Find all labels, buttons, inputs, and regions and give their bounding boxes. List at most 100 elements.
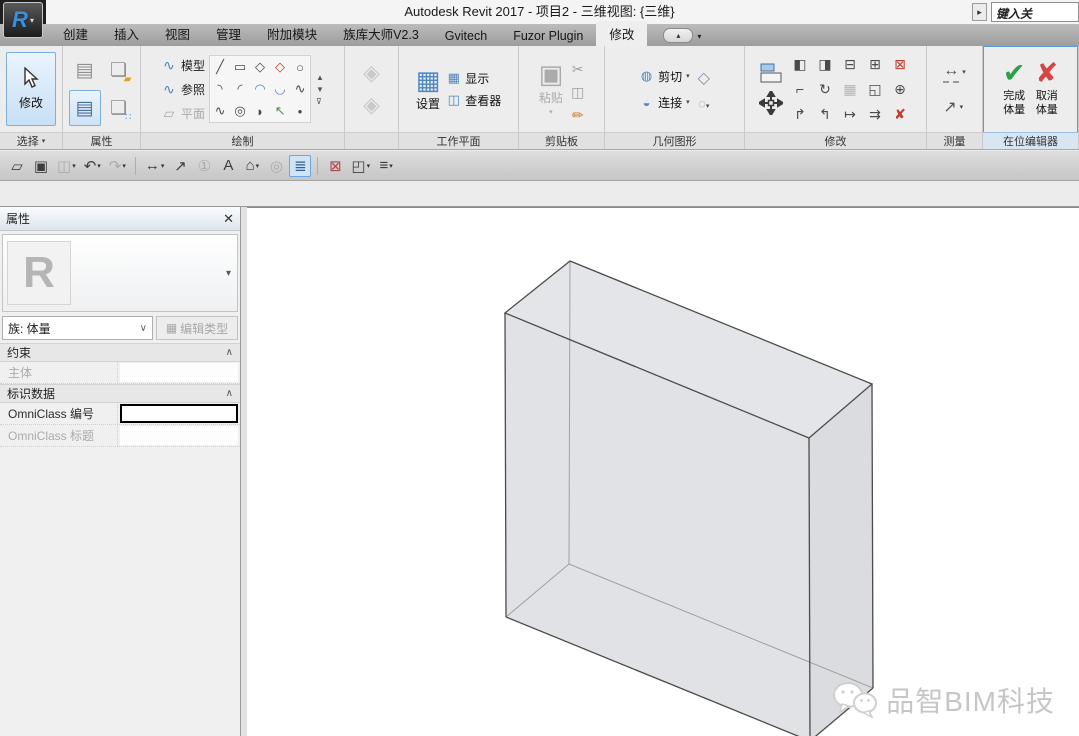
cut-geometry-button[interactable]: ◍ 剪切 ▾ xyxy=(639,68,690,85)
match-type-icon[interactable]: ✏ xyxy=(572,107,584,124)
split-with-gap-icon[interactable]: ⊞ xyxy=(863,52,888,77)
cut-icon[interactable]: ✂ xyxy=(572,61,584,78)
property-value-input[interactable] xyxy=(120,404,238,423)
redo-icon[interactable]: ↷▾ xyxy=(106,155,129,177)
property-value[interactable] xyxy=(120,426,238,445)
tab-7[interactable]: Gvitech xyxy=(432,26,500,46)
array-icon[interactable]: ▦ xyxy=(838,77,863,102)
gallery-scroll-icon[interactable]: ⊽ xyxy=(316,97,324,106)
draw-mode-3[interactable]: ▱平面 xyxy=(161,103,205,123)
undo-icon[interactable]: ↶▾ xyxy=(81,155,104,177)
family-types-button[interactable]: ❏▰ xyxy=(103,52,135,88)
chevron-down-icon[interactable]: ▾ xyxy=(72,162,76,170)
chevron-down-icon[interactable]: ▾ xyxy=(389,162,393,170)
measure-button[interactable]: ↗ ▾ xyxy=(943,97,966,117)
panel-label-select[interactable]: 选择▾ xyxy=(0,132,62,149)
rectangle-icon[interactable]: ▭ xyxy=(230,56,250,78)
cancel-mass-button[interactable]: ✘ 取消 体量 xyxy=(1036,60,1059,118)
tag-by-category-icon[interactable]: ① xyxy=(193,155,215,177)
fillet-arc-icon[interactable]: ◡ xyxy=(270,78,290,100)
thin-lines-icon[interactable]: ≣ xyxy=(289,155,311,177)
tab-1[interactable]: 创建 xyxy=(50,21,101,46)
type-selector[interactable]: R ▾ xyxy=(2,234,238,312)
load-into-project-button[interactable]: ❏∷ xyxy=(103,90,135,126)
tab-3[interactable]: 视图 xyxy=(152,21,203,46)
tab-6[interactable]: 族库大师V2.3 xyxy=(330,21,432,46)
measure-icon[interactable]: ↗ xyxy=(169,155,191,177)
default-3d-view-icon[interactable]: ⌂▾ xyxy=(241,155,263,177)
set-workplane-button[interactable]: ▦ 设置 xyxy=(416,67,441,112)
unpin-icon[interactable]: ⊠ xyxy=(888,52,913,77)
draw-gallery-scroll[interactable]: ▲ ▼ ⊽ xyxy=(315,73,324,106)
draw-mode-1[interactable]: ∿模型 xyxy=(161,55,205,75)
properties-palette-header[interactable]: 属性 ✕ xyxy=(0,207,240,231)
open-icon[interactable]: ▱ xyxy=(6,155,28,177)
properties-palette-button[interactable]: ▤ xyxy=(69,90,101,126)
align-icon[interactable] xyxy=(759,63,783,83)
gallery-scroll-icon[interactable]: ▼ xyxy=(316,85,324,94)
show-workplane-button[interactable]: ▦ 显示 xyxy=(446,70,501,87)
point-element-icon[interactable]: • xyxy=(290,100,310,122)
pick-new-host-icon[interactable]: ◇ xyxy=(698,68,710,88)
modify-tool-button[interactable]: 修改 xyxy=(6,52,56,126)
draw-mode-2[interactable]: ∿参照 xyxy=(161,79,205,99)
line-icon[interactable]: ╱ xyxy=(210,56,230,78)
inscribed-polygon-icon[interactable]: ◇ xyxy=(250,56,270,78)
chevron-down-icon[interactable]: ▾ xyxy=(367,162,371,170)
tab-2[interactable]: 插入 xyxy=(101,21,152,46)
scale-icon[interactable]: ◱ xyxy=(863,77,888,102)
sync-icon[interactable]: ◫▾ xyxy=(54,155,79,177)
aligned-dimension-button[interactable]: ↔ ▾ xyxy=(943,62,966,83)
partial-ellipse-icon[interactable]: ◗ xyxy=(250,100,270,122)
delete-icon[interactable]: ✘ xyxy=(888,102,913,127)
copy-icon[interactable]: ◫ xyxy=(571,84,584,101)
mirror-pick-axis-icon[interactable]: ◧ xyxy=(788,52,813,77)
trim-extend-single-icon[interactable]: ↰ xyxy=(813,102,838,127)
spline-icon[interactable]: ∿ xyxy=(290,78,310,100)
trim-extend-corner-icon[interactable]: ↱ xyxy=(788,102,813,127)
chevron-down-icon[interactable]: ▾ xyxy=(122,162,126,170)
aligned-dimension-icon[interactable]: ↔▾ xyxy=(142,155,168,177)
close-hidden-windows-icon[interactable]: ⊠ xyxy=(324,155,346,177)
center-ends-arc-icon[interactable]: ◜ xyxy=(230,78,250,100)
tab-8[interactable]: Fuzor Plugin xyxy=(500,26,596,46)
extend-multiple-icon[interactable]: ⇉ xyxy=(863,102,888,127)
split-element-icon[interactable]: ⊟ xyxy=(838,52,863,77)
edit-type-button[interactable]: ▦ 编辑类型 xyxy=(156,316,238,340)
chevron-down-icon[interactable]: ▾ xyxy=(256,162,260,170)
trim-extend-multiple-icon[interactable]: ↦ xyxy=(838,102,863,127)
finish-mass-button[interactable]: ✔ 完成 体量 xyxy=(1003,60,1026,118)
customize-qat-icon[interactable]: ≡▾ xyxy=(375,155,397,177)
text-icon[interactable]: A xyxy=(217,155,239,177)
workplane-viewer-button[interactable]: ◫ 查看器 xyxy=(446,92,501,109)
paste-button[interactable]: ▣ 粘贴 ▾ xyxy=(539,61,564,116)
family-select[interactable]: 族: 体量 ∨ xyxy=(2,316,153,340)
tab-4[interactable]: 管理 xyxy=(203,21,254,46)
circle-icon[interactable]: ○ xyxy=(290,56,310,78)
section-icon[interactable]: ◎ xyxy=(265,155,287,177)
pin-icon[interactable]: ⊕ xyxy=(888,77,913,102)
switch-windows-icon[interactable]: ◰▾ xyxy=(348,155,373,177)
chevron-down-icon[interactable]: ▾ xyxy=(161,162,165,170)
section-header[interactable]: 约束∧ xyxy=(0,343,240,362)
unjoin-geometry-icon[interactable]: ◌▾ xyxy=(698,96,709,111)
chevron-down-icon[interactable]: ▾ xyxy=(226,268,233,279)
ellipse-icon[interactable]: ◎ xyxy=(230,100,250,122)
gallery-scroll-icon[interactable]: ▲ xyxy=(316,73,324,82)
move-icon[interactable] xyxy=(759,91,783,115)
application-menu-button[interactable]: R ▾ xyxy=(3,2,43,38)
start-end-radius-arc-icon[interactable]: ◝ xyxy=(210,78,230,100)
join-geometry-button[interactable]: ◒ 连接 ▾ xyxy=(639,94,690,111)
drawing-area[interactable]: 品智BIM科技 xyxy=(247,207,1079,736)
tab-5[interactable]: 附加模块 xyxy=(254,21,330,46)
save-icon[interactable]: ▣ xyxy=(30,155,52,177)
infocenter-arrow-icon[interactable]: ▸ xyxy=(972,3,987,21)
rotate-icon[interactable]: ↻ xyxy=(813,77,838,102)
tangent-arc-icon[interactable]: ◠ xyxy=(250,78,270,100)
spline-through-points-icon[interactable]: ∿ xyxy=(210,100,230,122)
close-icon[interactable]: ✕ xyxy=(223,211,234,227)
section-header[interactable]: 标识数据∧ xyxy=(0,384,240,403)
mirror-draw-axis-icon[interactable]: ◨ xyxy=(813,52,838,77)
circumscribed-polygon-icon[interactable]: ◇ xyxy=(270,56,290,78)
property-value[interactable] xyxy=(120,363,238,382)
